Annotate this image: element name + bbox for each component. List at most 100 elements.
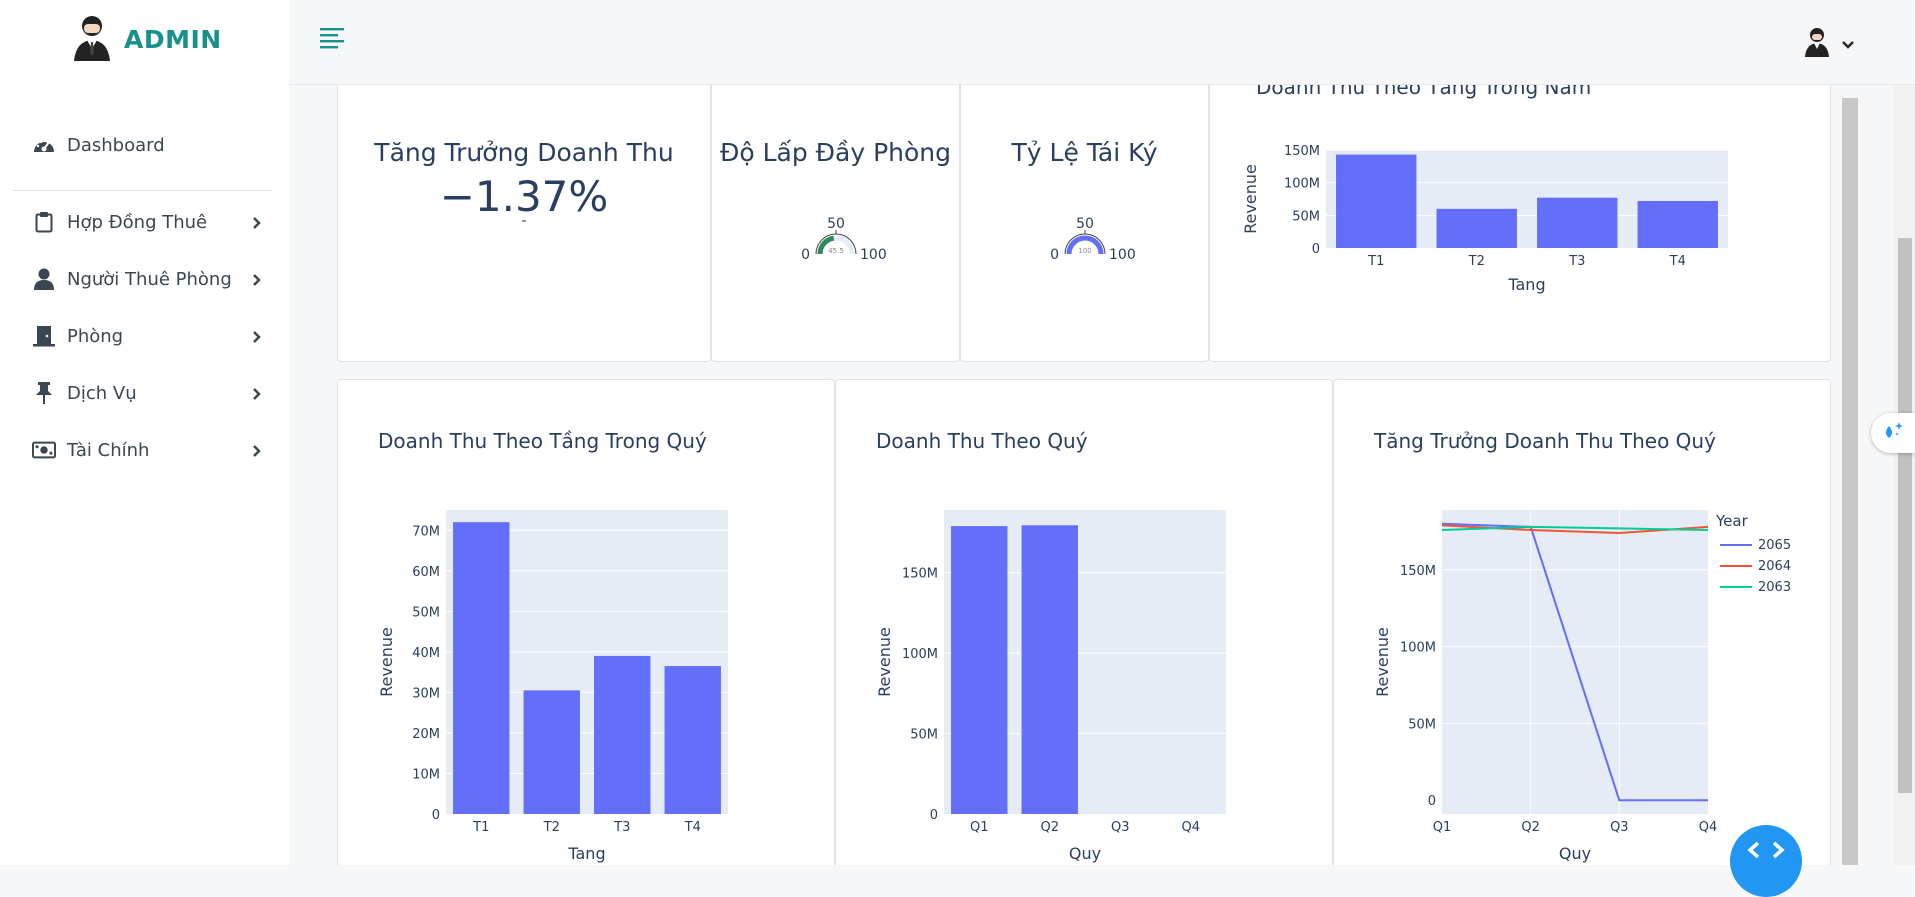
occupancy-gauge: 45.5 0 50 100 — [801, 216, 887, 263]
legend-label: 2063 — [1758, 580, 1791, 595]
bar — [1537, 197, 1618, 248]
y-tick-label: 0 — [1428, 794, 1436, 809]
x-tick-label: T2 — [1468, 254, 1485, 269]
y-tick-label: 60M — [412, 565, 440, 580]
code-brackets-icon — [1746, 839, 1786, 865]
y-tick-label: 70M — [412, 524, 440, 539]
x-tick-label: Q2 — [1040, 820, 1059, 835]
user-icon — [32, 267, 56, 291]
chevron-down-icon — [1841, 35, 1855, 54]
y-tick-label: 10M — [412, 767, 440, 782]
bar — [951, 526, 1008, 814]
x-axis-title: Quy — [1559, 844, 1591, 863]
sidebar-item-label: Dashboard — [67, 134, 165, 156]
window-scrollbar-thumb[interactable] — [1898, 238, 1912, 793]
code-toggle-button[interactable] — [1730, 825, 1802, 897]
x-tick-label: Q3 — [1610, 820, 1629, 835]
x-tick-label: Q2 — [1521, 820, 1540, 835]
bar — [453, 522, 510, 814]
x-tick-label: Q1 — [1433, 820, 1452, 835]
sidebar-item-label: Hợp Đồng Thuê — [67, 211, 208, 233]
x-tick-label: T3 — [1568, 254, 1585, 269]
gauge-max-label: 100 — [1109, 247, 1136, 263]
x-tick-label: Q3 — [1111, 820, 1130, 835]
sidebar-item-dashboard[interactable]: Dashboard — [32, 128, 262, 162]
sidebar-item-label: Dịch Vụ — [67, 382, 137, 404]
bar — [594, 655, 651, 814]
y-axis-title: Revenue — [1241, 164, 1260, 234]
y-tick-label: 50M — [910, 728, 938, 743]
bar — [1637, 200, 1718, 248]
kpi-card-renewal: Tỷ Lệ Tái Ký 100 0 50 100 — [960, 84, 1209, 362]
kpi-delta: - — [521, 213, 527, 229]
y-tick-label: 150M — [1284, 144, 1320, 159]
chart-quarter: 0 50M 100M 150M Q1 Q2 Q3 Q4 Quy Revenue — [875, 510, 1226, 863]
bar — [1336, 154, 1417, 248]
sidebar-item-finance[interactable]: Tài Chính — [32, 433, 262, 467]
sidebar-item-label: Người Thuê Phòng — [67, 268, 232, 290]
legend-label: 2064 — [1758, 559, 1791, 574]
gauge-mid-label: 50 — [827, 216, 845, 232]
y-tick-label: 150M — [1400, 564, 1436, 579]
chart-floor-quarter: 0 10M 20M 30M 40M 50M 60M 70M T1 T2 T3 T4 Tang Revenu… — [377, 510, 728, 863]
y-tick-label: 0 — [1312, 242, 1320, 257]
kpi-title: Tăng Trưởng Doanh Thu — [374, 138, 674, 167]
y-tick-label: 40M — [412, 646, 440, 661]
chart-card-quarter-growth: Tăng Trưởng Doanh Thu Theo Quý 0 50M 100M 1… — [1333, 379, 1831, 865]
door-icon — [32, 324, 56, 348]
legend-label: 2065 — [1758, 538, 1791, 553]
y-tick-label: 100M — [1400, 641, 1436, 656]
y-tick-label: 150M — [902, 567, 938, 582]
theme-customizer-button[interactable] — [1871, 413, 1915, 453]
gauge-min-label: 0 — [1050, 247, 1059, 263]
brand-name: ADMIN — [124, 24, 222, 54]
user-avatar-icon — [1803, 27, 1831, 61]
x-tick-label: T1 — [1367, 254, 1384, 269]
sidebar-item-label: Phòng — [67, 325, 124, 347]
gauge-value: 100 — [1078, 247, 1091, 255]
chart-floor-year: 0 50M 100M 150M T1 T2 T3 T4 Tang Revenue — [1241, 144, 1728, 294]
y-tick-label: 100M — [1284, 177, 1320, 192]
chevron-right-icon — [252, 271, 262, 292]
sidebar-item-services[interactable]: Dịch Vụ — [32, 376, 262, 410]
content-scrollbar[interactable] — [1842, 98, 1858, 865]
chart-card-floor-year: Doanh Thu Theo Tầng Trong Năm 0 50M 100M 15… — [1209, 84, 1831, 362]
x-tick-label: T4 — [1669, 254, 1686, 269]
brand[interactable]: ADMIN — [70, 14, 222, 64]
x-tick-label: Q1 — [970, 820, 989, 835]
x-axis-title: Tang — [1507, 275, 1545, 294]
bar — [664, 666, 721, 814]
sidebar-item-label: Tài Chính — [67, 439, 150, 461]
y-tick-label: 0 — [432, 808, 440, 823]
user-menu[interactable] — [1803, 27, 1855, 61]
bar — [1436, 208, 1517, 248]
money-icon — [32, 438, 56, 462]
pin-icon — [32, 381, 56, 405]
menu-toggle-icon[interactable] — [320, 27, 346, 53]
topbar — [289, 0, 1915, 85]
x-tick-label: Q4 — [1699, 820, 1718, 835]
gauge-value: 45.5 — [828, 247, 844, 255]
y-tick-label: 20M — [412, 727, 440, 742]
sidebar-item-tenants[interactable]: Người Thuê Phòng — [32, 262, 262, 296]
y-tick-label: 50M — [1292, 209, 1320, 224]
kpi-title: Độ Lấp Đầy Phòng — [719, 138, 952, 167]
chevron-right-icon — [252, 328, 262, 349]
gauge-mid-label: 50 — [1076, 216, 1094, 232]
admin-avatar-icon — [70, 13, 114, 65]
kpi-title: Tỷ Lệ Tái Ký — [1011, 138, 1158, 167]
chart-card-quarter: Doanh Thu Theo Quý 0 50M 100M 150M Q1 Q2 Q3 Q4 Q… — [835, 379, 1333, 865]
clipboard-icon — [32, 210, 56, 234]
renewal-gauge: 100 0 50 100 — [1050, 216, 1136, 263]
dashboard-gauge-icon — [32, 133, 56, 157]
y-axis-title: Revenue — [875, 627, 894, 697]
sidebar-item-rooms[interactable]: Phòng — [32, 319, 262, 353]
chart-card-floor-quarter: Doanh Thu Theo Tầng Trong Quý 0 10M 20M 30M… — [337, 379, 835, 865]
chevron-right-icon — [252, 442, 262, 463]
x-tick-label: T2 — [543, 820, 560, 835]
sidebar-item-contracts[interactable]: Hợp Đồng Thuê — [32, 205, 262, 239]
y-tick-label: 100M — [902, 647, 938, 662]
legend-title: Year — [1715, 512, 1749, 530]
y-tick-label: 50M — [1408, 717, 1436, 732]
x-axis-title: Quy — [1069, 844, 1101, 863]
